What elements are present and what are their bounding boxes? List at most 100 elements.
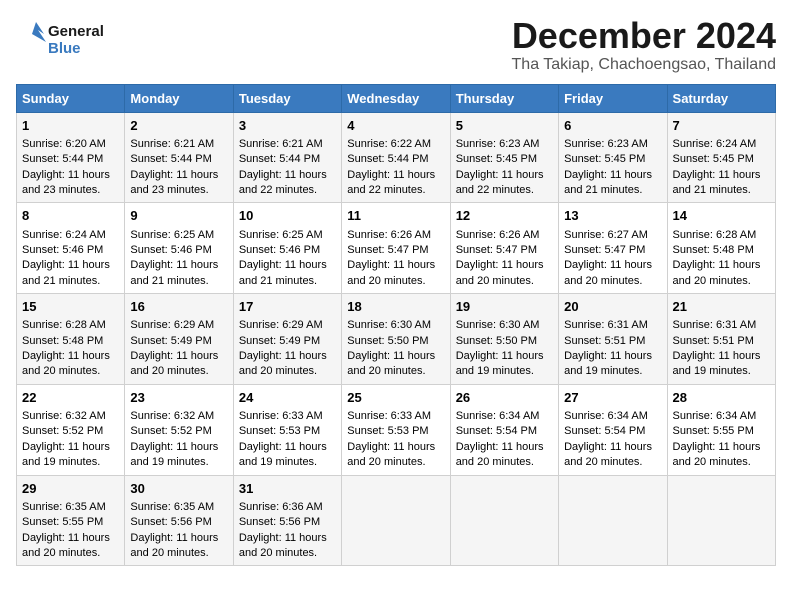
day-number: 27: [564, 389, 661, 407]
cell-text: and 19 minutes.: [239, 455, 336, 470]
cell-text: Sunset: 5:46 PM: [22, 243, 119, 258]
cell-text: Sunset: 5:55 PM: [22, 515, 119, 530]
cell-text: Daylight: 11 hours: [22, 168, 119, 183]
cell-text: and 22 minutes.: [239, 183, 336, 198]
cell-text: Sunset: 5:44 PM: [22, 152, 119, 167]
calendar-cell: 12Sunrise: 6:26 AMSunset: 5:47 PMDayligh…: [450, 203, 558, 294]
day-number: 30: [130, 480, 227, 498]
cell-text: Sunset: 5:45 PM: [456, 152, 553, 167]
cell-text: and 22 minutes.: [456, 183, 553, 198]
cell-text: and 21 minutes.: [564, 183, 661, 198]
day-number: 3: [239, 117, 336, 135]
calendar-cell: 14Sunrise: 6:28 AMSunset: 5:48 PMDayligh…: [667, 203, 775, 294]
page-header: General Blue December 2024 Tha Takiap, C…: [16, 16, 776, 74]
day-number: 29: [22, 480, 119, 498]
calendar-cell: 23Sunrise: 6:32 AMSunset: 5:52 PMDayligh…: [125, 384, 233, 475]
cell-text: Sunrise: 6:26 AM: [347, 228, 444, 243]
cell-text: Sunset: 5:46 PM: [239, 243, 336, 258]
cell-text: Sunrise: 6:35 AM: [130, 500, 227, 515]
calendar-week-row: 8Sunrise: 6:24 AMSunset: 5:46 PMDaylight…: [17, 203, 776, 294]
cell-text: Sunrise: 6:33 AM: [347, 409, 444, 424]
cell-text: and 20 minutes.: [564, 455, 661, 470]
day-number: 4: [347, 117, 444, 135]
calendar-cell: 4Sunrise: 6:22 AMSunset: 5:44 PMDaylight…: [342, 112, 450, 203]
day-number: 10: [239, 207, 336, 225]
calendar-week-row: 1Sunrise: 6:20 AMSunset: 5:44 PMDaylight…: [17, 112, 776, 203]
calendar-cell: 15Sunrise: 6:28 AMSunset: 5:48 PMDayligh…: [17, 294, 125, 385]
cell-text: Daylight: 11 hours: [239, 258, 336, 273]
day-number: 18: [347, 298, 444, 316]
day-number: 31: [239, 480, 336, 498]
day-number: 12: [456, 207, 553, 225]
cell-text: Sunrise: 6:34 AM: [564, 409, 661, 424]
calendar-cell: 7Sunrise: 6:24 AMSunset: 5:45 PMDaylight…: [667, 112, 775, 203]
calendar-week-row: 15Sunrise: 6:28 AMSunset: 5:48 PMDayligh…: [17, 294, 776, 385]
calendar-cell: 29Sunrise: 6:35 AMSunset: 5:55 PMDayligh…: [17, 475, 125, 566]
cell-text: and 20 minutes.: [22, 364, 119, 379]
day-number: 25: [347, 389, 444, 407]
day-number: 2: [130, 117, 227, 135]
cell-text: Daylight: 11 hours: [673, 258, 770, 273]
cell-text: Daylight: 11 hours: [564, 349, 661, 364]
col-tuesday: Tuesday: [233, 84, 341, 112]
col-wednesday: Wednesday: [342, 84, 450, 112]
cell-text: Daylight: 11 hours: [130, 168, 227, 183]
location-subtitle: Tha Takiap, Chachoengsao, Thailand: [512, 56, 776, 74]
cell-text: Daylight: 11 hours: [564, 440, 661, 455]
cell-text: Sunset: 5:51 PM: [564, 334, 661, 349]
cell-text: Sunrise: 6:32 AM: [22, 409, 119, 424]
cell-text: and 21 minutes.: [239, 274, 336, 289]
col-monday: Monday: [125, 84, 233, 112]
day-number: 8: [22, 207, 119, 225]
day-number: 23: [130, 389, 227, 407]
calendar-cell: 24Sunrise: 6:33 AMSunset: 5:53 PMDayligh…: [233, 384, 341, 475]
cell-text: and 21 minutes.: [673, 183, 770, 198]
calendar-cell: 8Sunrise: 6:24 AMSunset: 5:46 PMDaylight…: [17, 203, 125, 294]
calendar-cell: 19Sunrise: 6:30 AMSunset: 5:50 PMDayligh…: [450, 294, 558, 385]
day-number: 6: [564, 117, 661, 135]
day-number: 16: [130, 298, 227, 316]
cell-text: Sunset: 5:50 PM: [347, 334, 444, 349]
calendar-cell: 5Sunrise: 6:23 AMSunset: 5:45 PMDaylight…: [450, 112, 558, 203]
cell-text: and 23 minutes.: [22, 183, 119, 198]
cell-text: Daylight: 11 hours: [347, 258, 444, 273]
cell-text: and 19 minutes.: [130, 455, 227, 470]
calendar-header-row: Sunday Monday Tuesday Wednesday Thursday…: [17, 84, 776, 112]
cell-text: Daylight: 11 hours: [130, 531, 227, 546]
calendar-cell: 22Sunrise: 6:32 AMSunset: 5:52 PMDayligh…: [17, 384, 125, 475]
cell-text: Sunset: 5:51 PM: [673, 334, 770, 349]
cell-text: Sunrise: 6:36 AM: [239, 500, 336, 515]
col-thursday: Thursday: [450, 84, 558, 112]
calendar-cell: [450, 475, 558, 566]
cell-text: Sunrise: 6:34 AM: [456, 409, 553, 424]
title-block: December 2024 Tha Takiap, Chachoengsao, …: [512, 16, 776, 74]
cell-text: and 20 minutes.: [456, 455, 553, 470]
logo: General Blue: [16, 16, 106, 60]
cell-text: Sunset: 5:44 PM: [130, 152, 227, 167]
cell-text: Sunrise: 6:22 AM: [347, 137, 444, 152]
cell-text: Daylight: 11 hours: [239, 349, 336, 364]
cell-text: Sunrise: 6:25 AM: [239, 228, 336, 243]
cell-text: Daylight: 11 hours: [456, 258, 553, 273]
calendar-cell: 31Sunrise: 6:36 AMSunset: 5:56 PMDayligh…: [233, 475, 341, 566]
cell-text: Sunset: 5:45 PM: [673, 152, 770, 167]
cell-text: Sunrise: 6:24 AM: [673, 137, 770, 152]
cell-text: Sunrise: 6:21 AM: [239, 137, 336, 152]
day-number: 21: [673, 298, 770, 316]
calendar-cell: 2Sunrise: 6:21 AMSunset: 5:44 PMDaylight…: [125, 112, 233, 203]
cell-text: and 21 minutes.: [22, 274, 119, 289]
cell-text: Sunrise: 6:27 AM: [564, 228, 661, 243]
day-number: 7: [673, 117, 770, 135]
calendar-cell: 20Sunrise: 6:31 AMSunset: 5:51 PMDayligh…: [559, 294, 667, 385]
cell-text: and 20 minutes.: [347, 364, 444, 379]
cell-text: Daylight: 11 hours: [456, 349, 553, 364]
cell-text: Sunset: 5:54 PM: [564, 424, 661, 439]
cell-text: and 20 minutes.: [22, 546, 119, 561]
calendar-table: Sunday Monday Tuesday Wednesday Thursday…: [16, 84, 776, 567]
cell-text: Sunset: 5:55 PM: [673, 424, 770, 439]
cell-text: Sunrise: 6:33 AM: [239, 409, 336, 424]
cell-text: and 20 minutes.: [564, 274, 661, 289]
cell-text: Daylight: 11 hours: [456, 168, 553, 183]
cell-text: Sunset: 5:44 PM: [239, 152, 336, 167]
calendar-cell: 28Sunrise: 6:34 AMSunset: 5:55 PMDayligh…: [667, 384, 775, 475]
